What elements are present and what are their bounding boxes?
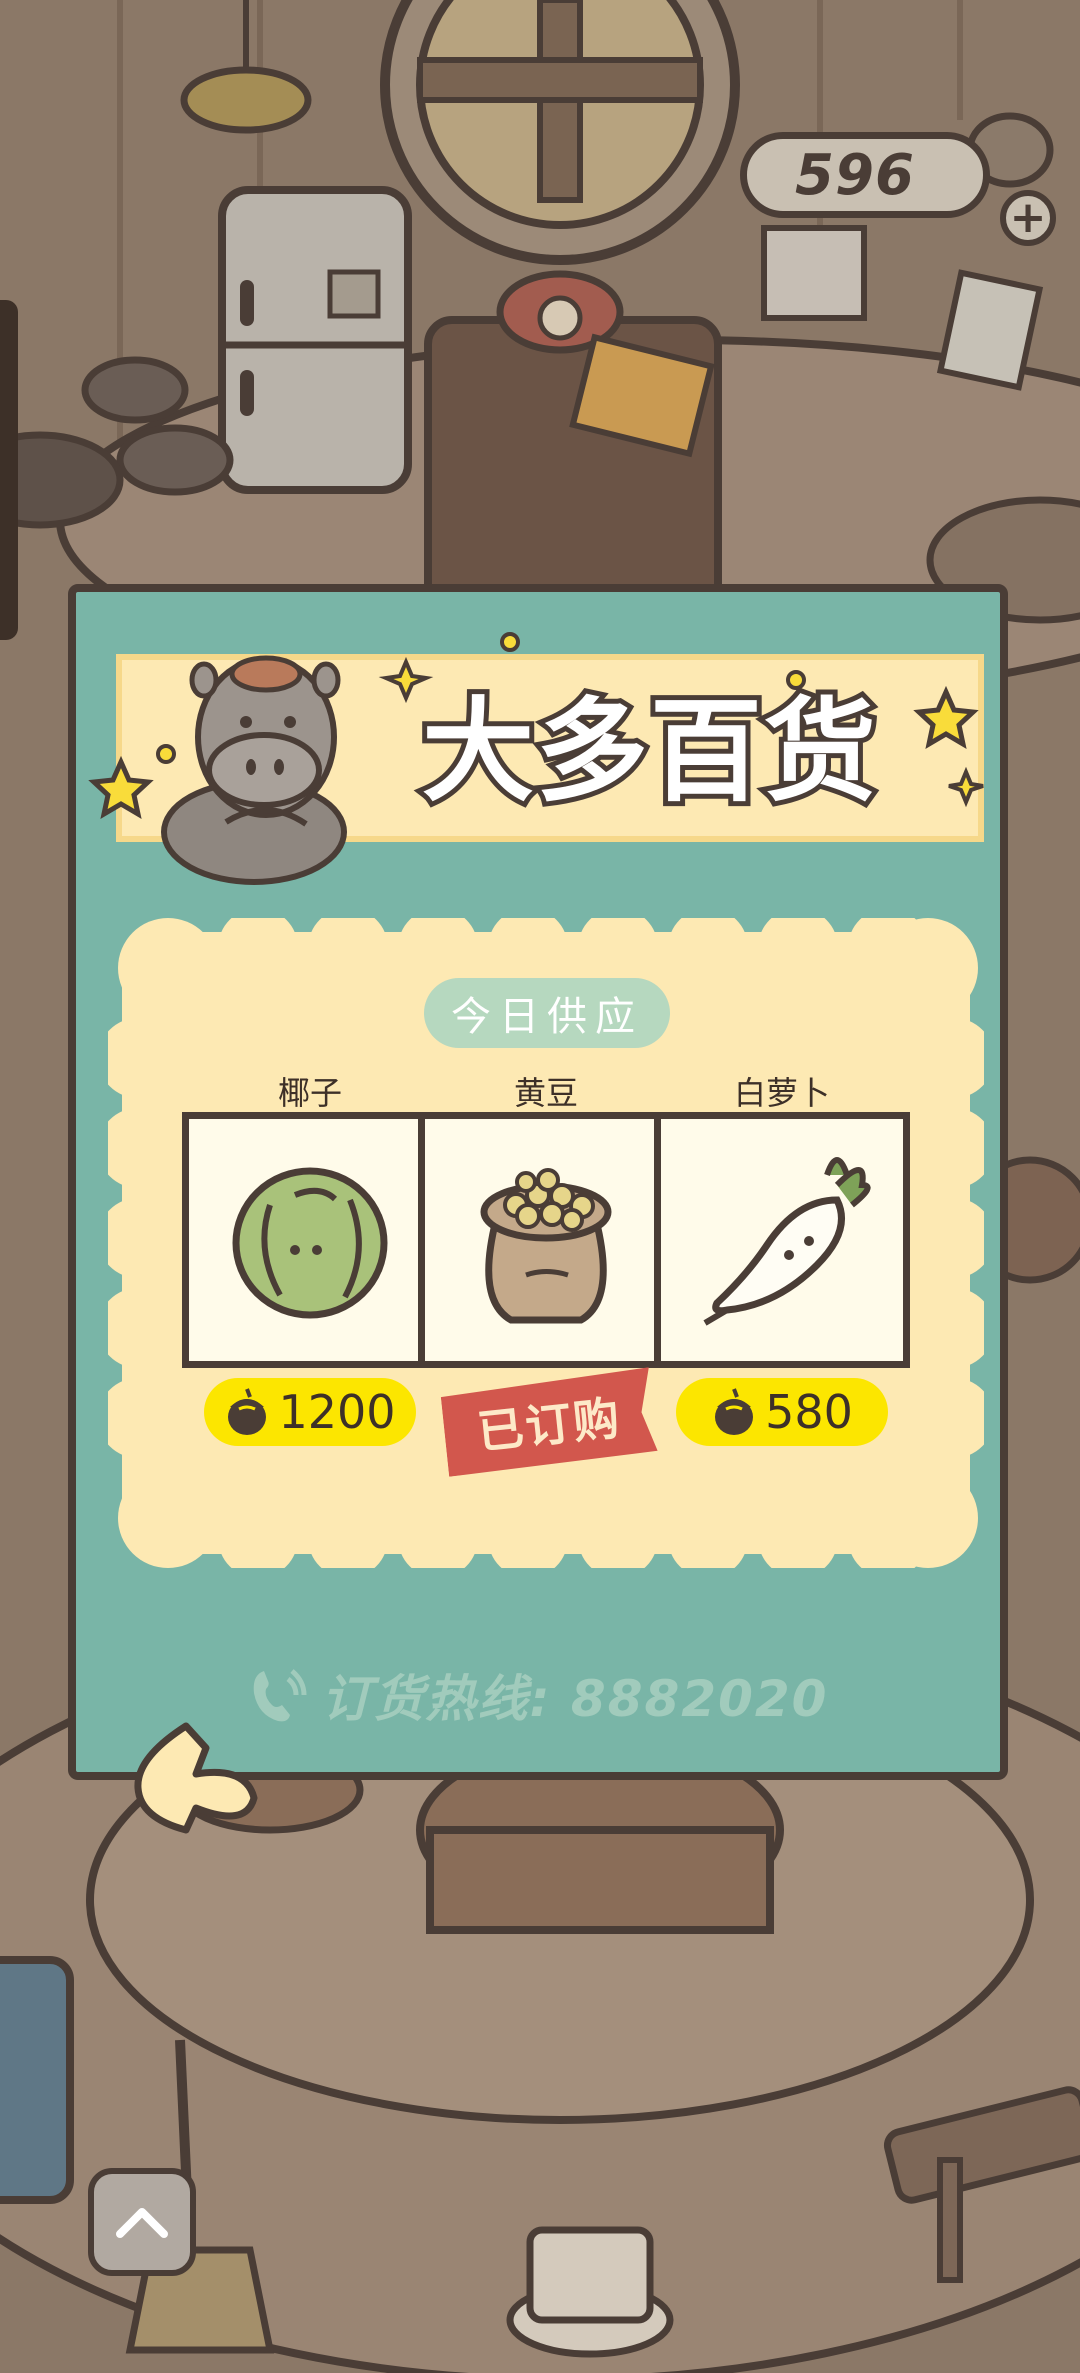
back-arrow-icon[interactable]: [126, 1718, 266, 1838]
coin-counter: 596: [740, 132, 990, 218]
acorn-coin-icon: [715, 1388, 754, 1435]
item-card-soybean[interactable]: [418, 1112, 674, 1368]
chevron-up-icon: [116, 2208, 168, 2238]
coconut-icon: [232, 1167, 388, 1319]
price-tag-coconut: 1200: [204, 1378, 416, 1446]
white-radish-icon: [703, 1157, 871, 1326]
add-coins-button[interactable]: +: [1000, 190, 1056, 246]
item-name-radish: 白萝卜: [733, 1074, 830, 1112]
sparkle-stars-icon: [88, 632, 984, 885]
scroll-up-button[interactable]: [88, 2168, 196, 2276]
soybean-sack-icon: [480, 1168, 612, 1324]
phone-icon: [253, 1669, 307, 1722]
price-coconut: 1200: [278, 1385, 396, 1439]
price-tag-radish: 580: [676, 1378, 888, 1446]
acorn-coin-icon: [228, 1388, 267, 1435]
item-card-coconut[interactable]: [182, 1112, 438, 1368]
shop-panel: 大多百货 今日供应 椰子 1200 黄豆 已订购 白萝卜 580 订货热线: 8…: [68, 584, 1008, 1780]
price-radish: 580: [765, 1385, 853, 1439]
item-card-radish[interactable]: [654, 1112, 910, 1368]
coin-count: 596: [795, 142, 915, 208]
side-drawer-tab[interactable]: [0, 300, 18, 640]
hotline-text: 订货热线: 8882020: [321, 1670, 829, 1728]
today-supply-title: 今日供应: [424, 978, 670, 1048]
today-supply-section: 今日供应 椰子 1200 黄豆 已订购 白萝卜 580: [108, 918, 984, 1568]
hippo-shopkeeper-icon: [161, 655, 347, 885]
item-name-coconut: 椰子: [277, 1074, 342, 1112]
item-name-soybean: 黄豆: [513, 1074, 578, 1112]
